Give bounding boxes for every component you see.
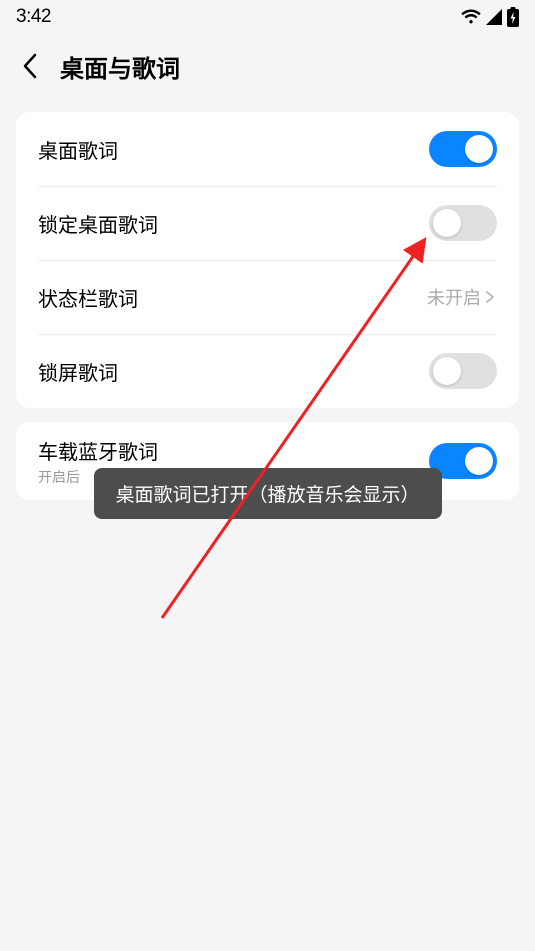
row-statusbar-lyrics[interactable]: 状态栏歌词 未开启 (16, 260, 519, 334)
nav-bar: 桌面与歌词 (0, 34, 535, 98)
row-label: 锁屏歌词 (38, 357, 429, 386)
status-icons (461, 7, 519, 27)
toggle-lockscreen-lyrics[interactable] (429, 353, 497, 389)
back-button[interactable] (16, 52, 44, 80)
row-label: 车载蓝牙歌词 (38, 436, 429, 465)
chevron-right-icon (483, 290, 497, 304)
page-title: 桌面与歌词 (60, 49, 180, 84)
row-label: 锁定桌面歌词 (38, 209, 429, 238)
wifi-icon (461, 9, 481, 25)
row-label: 状态栏歌词 (38, 283, 427, 312)
toggle-car-bluetooth-lyrics[interactable] (429, 443, 497, 479)
battery-icon (507, 7, 519, 27)
toggle-lock-desktop-lyrics[interactable] (429, 205, 497, 241)
row-desktop-lyrics[interactable]: 桌面歌词 (16, 112, 519, 186)
signal-icon (485, 9, 503, 25)
chevron-left-icon (22, 53, 38, 79)
status-bar: 3:42 (0, 0, 535, 34)
row-sublabel: 开启后 (38, 467, 429, 487)
row-label: 桌面歌词 (38, 135, 429, 164)
row-lockscreen-lyrics[interactable]: 锁屏歌词 (16, 334, 519, 408)
toggle-desktop-lyrics[interactable] (429, 131, 497, 167)
row-car-bluetooth-lyrics[interactable]: 车载蓝牙歌词 开启后 (16, 422, 519, 500)
row-value: 未开启 (427, 284, 497, 310)
settings-group-1: 桌面歌词 锁定桌面歌词 状态栏歌词 未开启 锁屏歌词 (16, 112, 519, 408)
value-text: 未开启 (427, 284, 481, 310)
settings-group-2: 车载蓝牙歌词 开启后 (16, 422, 519, 500)
row-lock-desktop-lyrics[interactable]: 锁定桌面歌词 (16, 186, 519, 260)
status-time: 3:42 (16, 6, 51, 28)
